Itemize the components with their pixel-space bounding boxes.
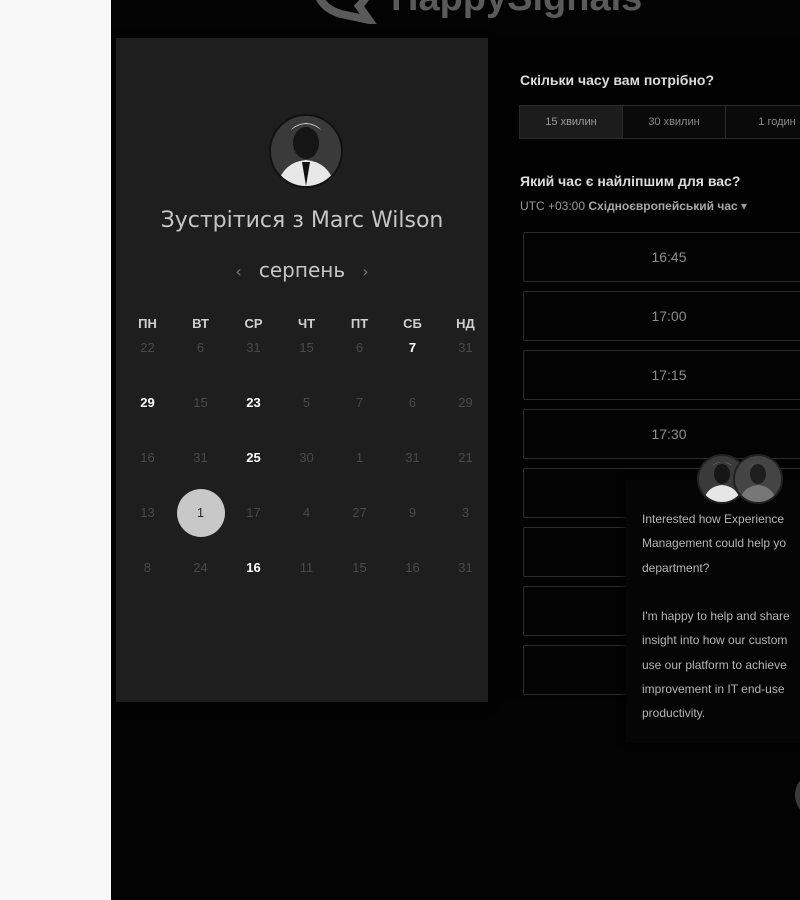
meeting-title: Зустрітися з Marc Wilson <box>160 208 444 233</box>
calendar-day[interactable]: 29 <box>121 395 174 411</box>
person-portrait-icon <box>735 456 781 502</box>
header: HappySignals <box>111 0 800 38</box>
speech-bubble-logo-icon <box>316 0 377 24</box>
duration-option-15[interactable]: 15 хвилин <box>520 106 623 138</box>
calendar-day: 31 <box>458 560 473 575</box>
timezone-offset: UTC +03:00 <box>520 199 586 213</box>
person-portrait-icon <box>271 116 341 186</box>
duration-option-60[interactable]: 1 годин <box>726 106 800 138</box>
calendar-day: 6 <box>196 340 205 355</box>
calendar-day: 6 <box>408 395 417 410</box>
calendar-day: 3 <box>461 505 470 520</box>
calendar-day: 13 <box>140 505 155 520</box>
calendar-day: 31 <box>458 340 473 355</box>
calendar-day: 21 <box>458 450 473 465</box>
calendar-day[interactable]: 7 <box>386 340 439 356</box>
calendar-day[interactable]: 16 <box>227 560 280 576</box>
chat-message: Interested how Experience Management cou… <box>642 512 790 721</box>
time-slot[interactable]: 16:45 <box>523 232 800 282</box>
calendar-day: 5 <box>302 395 311 410</box>
calendar-day: 24 <box>193 560 208 575</box>
duration-selector: 15 хвилин 30 хвилин 1 годин <box>519 105 800 139</box>
weekday-label: ВТ <box>192 316 209 331</box>
calendar-day: 7 <box>355 395 364 410</box>
booking-page: HappySignals Зустрітися з Marc Wilson ‹ … <box>111 0 800 900</box>
brand-logo-text: HappySignals <box>391 0 642 20</box>
calendar-day: 15 <box>299 340 314 355</box>
next-month-icon[interactable]: › <box>350 262 380 281</box>
calendar-day: 22 <box>140 340 155 355</box>
chevron-down-icon: ▾ <box>741 199 748 213</box>
calendar-day[interactable]: 23 <box>227 395 280 411</box>
calendar-day: 15 <box>352 560 367 575</box>
duration-option-30[interactable]: 30 хвилин <box>623 106 726 138</box>
duration-question: Скільки часу вам потрібно? <box>520 72 715 88</box>
calendar-day: 1 <box>355 450 364 465</box>
chat-popup[interactable]: Interested how Experience Management cou… <box>626 480 800 743</box>
month-label: серпень <box>258 258 346 282</box>
calendar-day: 15 <box>193 395 208 410</box>
calendar-day: 31 <box>193 450 208 465</box>
calendar-day-selected[interactable]: 1 <box>176 489 225 537</box>
calendar-panel: Зустрітися з Marc Wilson ‹ серпень › ПН … <box>116 38 488 702</box>
timezone-selector[interactable]: UTC +03:00 Східноєвропейський час ▾ <box>520 199 747 213</box>
weekday-label: СР <box>244 316 263 331</box>
weekday-label: СБ <box>403 316 422 331</box>
calendar-day: 8 <box>143 560 152 575</box>
calendar-day: 31 <box>246 340 261 355</box>
time-question: Який час є найліпшим для вас? <box>520 173 741 189</box>
time-slot[interactable]: 17:15 <box>523 350 800 400</box>
time-slot[interactable]: 17:30 <box>523 409 800 459</box>
weekday-label: ПН <box>138 316 157 331</box>
chat-agent-avatars <box>697 454 787 506</box>
calendar-day: 11 <box>299 560 314 575</box>
calendar-day: 6 <box>355 340 364 355</box>
calendar-day: 9 <box>408 505 417 520</box>
host-avatar <box>269 114 343 188</box>
calendar-day: 31 <box>405 450 420 465</box>
calendar-day[interactable]: 25 <box>227 450 280 466</box>
prev-month-icon[interactable]: ‹ <box>223 262 253 281</box>
calendar-day: 29 <box>458 395 473 410</box>
agent-avatar <box>733 454 783 504</box>
calendar-day: 30 <box>299 450 314 465</box>
timezone-name: Східноєвропейський час <box>588 199 738 213</box>
month-navigation: ‹ серпень › <box>116 258 488 282</box>
calendar-day: 17 <box>246 505 261 520</box>
calendar-day: 27 <box>352 505 367 520</box>
weekday-label: ПТ <box>350 316 369 331</box>
weekday-label: НД <box>456 316 475 331</box>
calendar-day: 16 <box>140 450 155 465</box>
weekday-header: ПН ВТ СР ЧТ ПТ СБ НД <box>121 316 491 336</box>
weekday-label: ЧТ <box>297 316 316 331</box>
chat-launcher-button[interactable] <box>795 772 800 818</box>
time-slot[interactable]: 17:00 <box>523 291 800 341</box>
calendar-day: 16 <box>405 560 420 575</box>
calendar-day: 4 <box>302 505 311 520</box>
